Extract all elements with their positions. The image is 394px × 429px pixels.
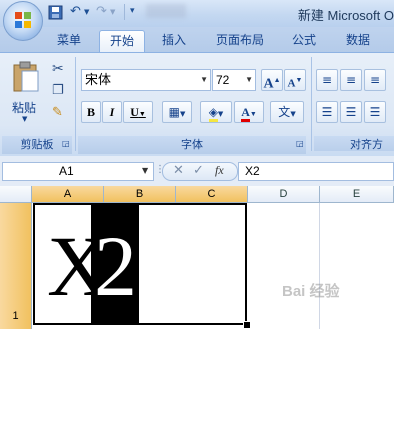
font-launcher-icon[interactable]: ◲ xyxy=(296,139,305,148)
paste-button[interactable]: 粘贴 ▼ xyxy=(6,59,46,133)
clipboard-group: 粘贴 ▼ ✂ ❐ ✎ 剪贴板 ◲ xyxy=(2,55,72,154)
column-header-b[interactable]: B xyxy=(104,186,176,203)
customize-qat-icon[interactable]: ▾ xyxy=(130,6,135,16)
undo-icon[interactable]: ↶ xyxy=(70,4,81,19)
column-header-a[interactable]: A xyxy=(32,186,104,203)
align-left-icon[interactable]: ☰ xyxy=(316,101,338,123)
fill-color-button[interactable]: ◈▼ xyxy=(200,101,232,123)
ribbon: 粘贴 ▼ ✂ ❐ ✎ 剪贴板 ◲ 宋体 ▼ 72 ▼ A▲ A▼ B I U▼ … xyxy=(0,52,394,157)
tab-insert[interactable]: 插入 xyxy=(153,30,195,52)
align-center-icon[interactable]: ☰ xyxy=(340,101,362,123)
undo-dropdown-icon[interactable]: ▼ xyxy=(84,8,89,16)
font-color-button[interactable]: A▼ xyxy=(234,101,264,123)
formula-buttons: ✕ ✓ fx xyxy=(162,162,238,181)
column-header-d[interactable]: D xyxy=(248,186,320,203)
font-group-label: 字体 xyxy=(78,136,306,154)
cut-icon[interactable]: ✂ xyxy=(52,61,64,77)
alignment-group: ≡ ≡ ≡ ☰ ☰ ☰ 对齐方 xyxy=(314,55,394,151)
paste-dropdown-icon: ▼ xyxy=(22,115,28,123)
formula-bar: A1 ▼ ⋮ ✕ ✓ fx X2 xyxy=(0,156,394,186)
office-logo-icon xyxy=(15,12,31,28)
window-title: 新建 Microsoft O xyxy=(297,8,394,23)
borders-icon: ▦ xyxy=(168,105,180,119)
tab-menu[interactable]: 菜单 xyxy=(49,30,89,52)
enter-icon[interactable]: ✓ xyxy=(193,163,204,178)
clipboard-launcher-icon[interactable]: ◲ xyxy=(62,139,71,148)
shrink-font-button[interactable]: A▼ xyxy=(284,69,306,91)
bold-icon: B xyxy=(86,105,95,119)
qat-divider xyxy=(124,4,125,20)
phonetic-icon: 文 xyxy=(278,105,291,119)
fill-color-icon: ◈ xyxy=(208,105,218,122)
tab-formulas[interactable]: 公式 xyxy=(283,30,325,52)
align-right-icon[interactable]: ☰ xyxy=(364,101,386,123)
group-divider xyxy=(311,57,312,151)
italic-button[interactable]: I xyxy=(102,101,122,123)
redo-icon[interactable]: ↷ xyxy=(96,4,107,19)
cancel-icon[interactable]: ✕ xyxy=(173,163,184,178)
column-header-e[interactable]: E xyxy=(320,186,394,203)
phonetic-button[interactable]: 文▼ xyxy=(270,101,304,123)
align-bottom-icon[interactable]: ≡ xyxy=(364,69,386,91)
tab-home[interactable]: 开始 xyxy=(99,30,145,53)
alignment-group-label: 对齐方 xyxy=(314,136,394,151)
align-top-icon[interactable]: ≡ xyxy=(316,69,338,91)
select-all-corner[interactable] xyxy=(0,186,32,203)
copy-icon[interactable]: ❐ xyxy=(52,83,64,98)
name-box-dropdown-icon[interactable]: ▼ xyxy=(142,166,148,175)
group-divider xyxy=(75,57,76,151)
office-button[interactable] xyxy=(3,1,43,41)
fill-handle[interactable] xyxy=(243,321,251,329)
font-name-dropdown-icon[interactable]: ▼ xyxy=(200,70,208,90)
selection-border xyxy=(33,203,247,325)
ribbon-tabs: 菜单 开始 插入 页面布局 公式 数据 xyxy=(0,27,394,53)
gridline xyxy=(319,203,320,329)
font-group: 宋体 ▼ 72 ▼ A▲ A▼ B I U▼ ▦▼ ◈▼ A▼ 文▼ 字体 ◲ xyxy=(78,55,308,154)
insert-function-icon[interactable]: fx xyxy=(215,163,224,178)
row-header-1[interactable]: 1 xyxy=(0,203,32,329)
grow-font-button[interactable]: A▲ xyxy=(261,69,283,92)
tab-data[interactable]: 数据 xyxy=(337,30,379,52)
font-size-dropdown-icon[interactable]: ▼ xyxy=(245,70,253,90)
paste-label: 粘贴 xyxy=(12,101,37,115)
shrink-font-icon: A xyxy=(287,77,296,90)
save-icon[interactable] xyxy=(48,5,63,20)
underline-button[interactable]: U▼ xyxy=(123,101,153,123)
font-size-value: 72 xyxy=(216,73,230,87)
borders-button[interactable]: ▦▼ xyxy=(162,101,192,123)
redo-dropdown-icon[interactable]: ▼ xyxy=(110,8,115,16)
blurred-qat-area xyxy=(146,4,186,18)
format-painter-icon[interactable]: ✎ xyxy=(52,105,63,120)
grow-font-icon: A xyxy=(263,76,274,92)
watermark: Bai 经验 xyxy=(282,283,340,300)
underline-icon: U xyxy=(130,105,139,119)
align-middle-icon[interactable]: ≡ xyxy=(340,69,362,91)
formula-input[interactable]: X2 xyxy=(238,162,394,181)
tab-page-layout[interactable]: 页面布局 xyxy=(207,30,273,52)
title-bar: ↶ ▼ ↷ ▼ ▾ 新建 Microsoft O xyxy=(0,0,394,27)
name-box[interactable]: A1 xyxy=(2,162,154,181)
clipboard-icon xyxy=(13,61,39,92)
font-name-combo[interactable]: 宋体 ▼ xyxy=(81,69,211,91)
column-header-c[interactable]: C xyxy=(176,186,248,203)
bold-button[interactable]: B xyxy=(81,101,101,123)
worksheet-grid: A B C D E 1 X 2 xyxy=(0,186,394,329)
font-name-value: 宋体 xyxy=(85,72,112,87)
font-size-combo[interactable]: 72 ▼ xyxy=(212,69,256,91)
font-color-icon: A xyxy=(241,105,250,122)
italic-icon: I xyxy=(109,105,115,119)
